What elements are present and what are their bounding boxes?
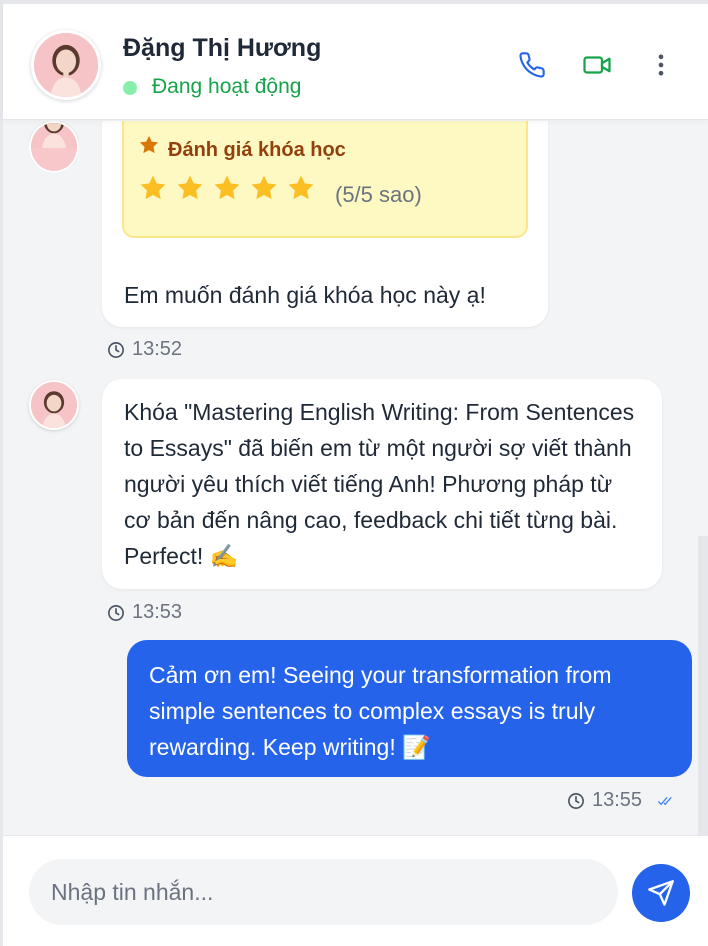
contact-name: Đặng Thị Hương [123,34,322,62]
message-timestamp: 13:53 [107,601,182,624]
double-check-icon [658,796,672,805]
more-options-button[interactable] [643,47,679,83]
message-input[interactable] [29,859,618,925]
clock-icon [108,341,124,358]
chat-header: Đặng Thị Hương Đang hoạt động [3,0,708,120]
star-icon [139,135,159,154]
rating-stars [138,173,316,203]
phone-call-button[interactable] [514,47,550,83]
send-button[interactable] [632,864,690,922]
chat-window: Đặng Thị Hương Đang hoạt động Đánh giá k… [0,0,708,946]
message-bubble: Khóa "Mastering English Writing: From Se… [102,379,662,589]
message-text: Khóa "Mastering English Writing: From Se… [124,399,635,569]
clock-icon [108,604,124,621]
video-icon [583,56,611,74]
chat-scrollbar[interactable] [698,536,708,835]
message-composer [3,835,708,946]
online-status-dot [123,81,137,95]
online-status-text: Đang hoạt động [152,75,302,98]
star-icon [214,175,240,200]
message-timestamp: 13:52 [107,338,182,361]
message-text: Em muốn đánh giá khóa học này ạ! [124,282,486,308]
course-rating-card: Đánh giá khóa học (5/5 sao) [122,121,528,238]
message-timestamp: 13:55 [567,789,675,812]
rating-title: Đánh giá khóa học [168,139,346,161]
send-icon [648,880,674,906]
message-list[interactable]: Đánh giá khóa học (5/5 sao) Em muốn đánh… [3,121,708,835]
clock-icon [568,792,584,809]
rating-score: (5/5 sao) [335,182,422,207]
timestamp-text: 13:55 [592,789,643,811]
star-icon [288,175,314,200]
message-text: Cảm ơn em! Seeing your transformation fr… [149,662,612,760]
contact-avatar[interactable] [31,30,101,100]
timestamp-text: 13:53 [132,601,183,623]
star-icon [251,175,277,200]
more-vertical-icon [658,54,664,76]
sender-avatar[interactable] [29,121,79,173]
message-bubble: Đánh giá khóa học (5/5 sao) Em muốn đánh… [102,121,548,327]
video-call-button[interactable] [579,47,615,83]
star-icon [177,175,203,200]
phone-icon [519,52,545,78]
timestamp-text: 13:52 [132,338,183,360]
outgoing-message-bubble: Cảm ơn em! Seeing your transformation fr… [127,640,692,777]
sender-avatar[interactable] [29,380,79,430]
star-icon [140,175,166,200]
